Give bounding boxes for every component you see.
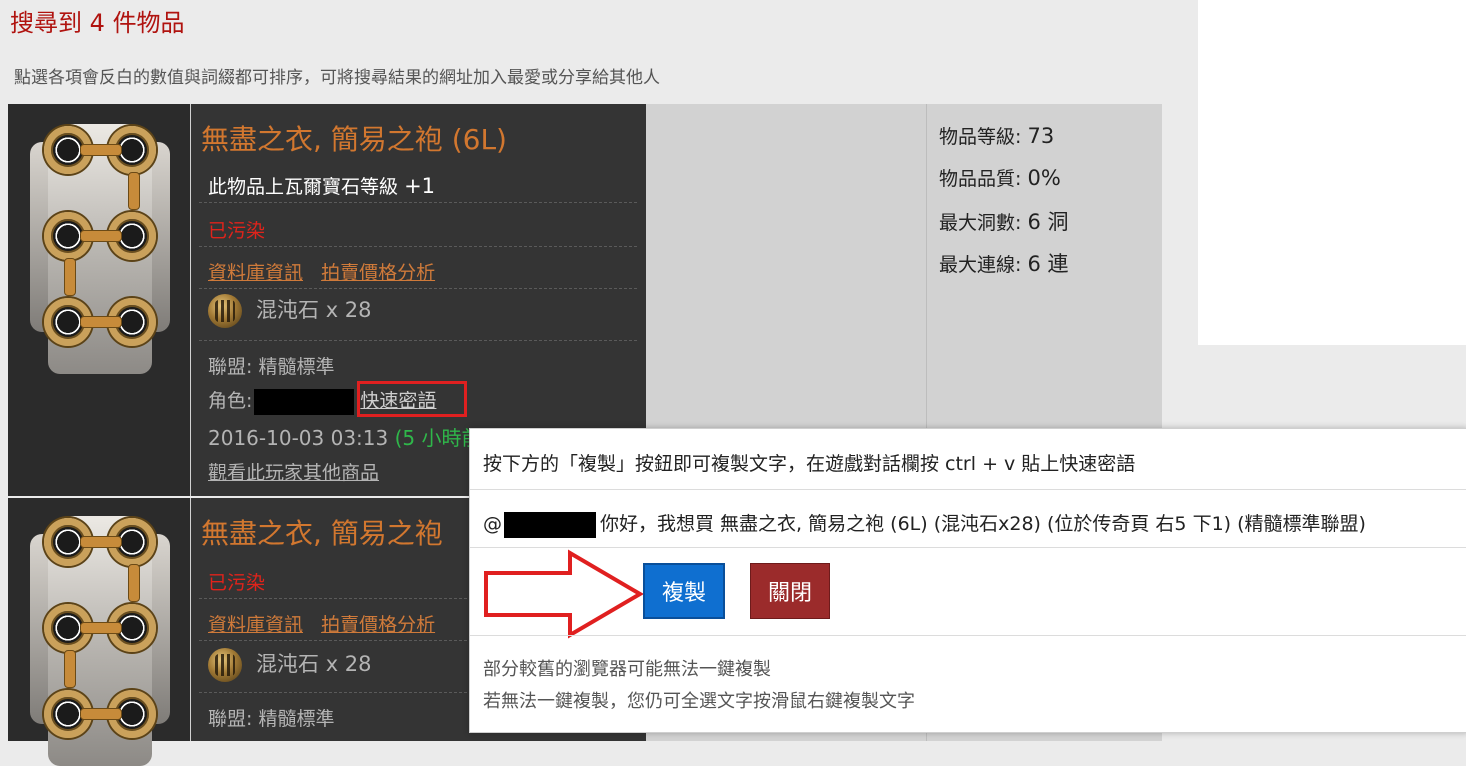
database-info-link[interactable]: 資料庫資訊 bbox=[208, 614, 303, 636]
quick-whisper-dialog: 按下方的「複製」按鈕即可複製文字，在遊戲對話欄按 ctrl + v 貼上快速密語… bbox=[469, 428, 1466, 733]
corrupted-label: 已污染 bbox=[208, 220, 266, 242]
armour-image bbox=[30, 516, 170, 766]
price-analysis-link[interactable]: 拍賣價格分析 bbox=[321, 614, 435, 636]
price-row: 混沌石 x 28 bbox=[208, 648, 372, 682]
price-analysis-link[interactable]: 拍賣價格分析 bbox=[321, 262, 435, 284]
results-heading: 搜尋到 4 件物品 bbox=[10, 9, 185, 37]
manual-copy-note: 若無法一鍵複製，您仍可全選文字按滑鼠右鍵複製文字 bbox=[483, 691, 915, 712]
close-button[interactable]: 關閉 bbox=[750, 563, 830, 619]
whisper-message[interactable]: @ 你好，我想買 無盡之衣, 簡易之袍 (6L) (混沌石x28) (位於传奇頁 … bbox=[483, 509, 1366, 538]
character-name-redacted bbox=[504, 511, 596, 538]
item-name: 無盡之衣, 簡易之袍 bbox=[201, 517, 443, 550]
armour-image bbox=[30, 124, 170, 374]
red-arrow-icon bbox=[484, 549, 644, 639]
results-count: 4 bbox=[89, 9, 105, 37]
dialog-instruction: 按下方的「複製」按鈕即可複製文字，在遊戲對話欄按 ctrl + v 貼上快速密語 bbox=[483, 453, 1136, 475]
player-items-link[interactable]: 觀看此玩家其他商品 bbox=[208, 458, 379, 485]
chaos-orb-icon bbox=[208, 294, 242, 328]
item-mod: 此物品上瓦爾寶石等級 +1 bbox=[208, 174, 436, 198]
league-row: 聯盟: 精髓標準 bbox=[208, 356, 335, 378]
stat-sockets: 最大洞數: 6 洞 bbox=[939, 210, 1069, 234]
item-thumbnail bbox=[8, 104, 190, 496]
stat-item-level: 物品等級: 73 bbox=[939, 124, 1055, 148]
chaos-orb-icon bbox=[208, 648, 242, 682]
database-info-link[interactable]: 資料庫資訊 bbox=[208, 262, 303, 284]
browser-note: 部分較舊的瀏覽器可能無法一鍵複製 bbox=[483, 659, 771, 680]
listed-time: 2016-10-03 03:13 (5 小時前) bbox=[208, 426, 490, 450]
corrupted-label: 已污染 bbox=[208, 572, 266, 594]
price-row: 混沌石 x 28 bbox=[208, 294, 372, 328]
whisper-highlight-box bbox=[357, 381, 467, 417]
copy-button[interactable]: 複製 bbox=[643, 563, 725, 619]
sort-hint: 點選各項會反白的數值與詞綴都可排序，可將搜尋結果的網址加入最愛或分享給其他人 bbox=[14, 68, 660, 88]
item-thumbnail bbox=[8, 498, 190, 766]
right-blank-panel bbox=[1198, 0, 1466, 345]
character-name-redacted bbox=[254, 388, 355, 415]
stat-links: 最大連線: 6 連 bbox=[939, 252, 1069, 276]
stat-quality: 物品品質: 0% bbox=[939, 166, 1061, 190]
item-name: 無盡之衣, 簡易之袍 (6L) bbox=[201, 123, 507, 156]
league-row: 聯盟: 精髓標準 bbox=[208, 708, 335, 730]
